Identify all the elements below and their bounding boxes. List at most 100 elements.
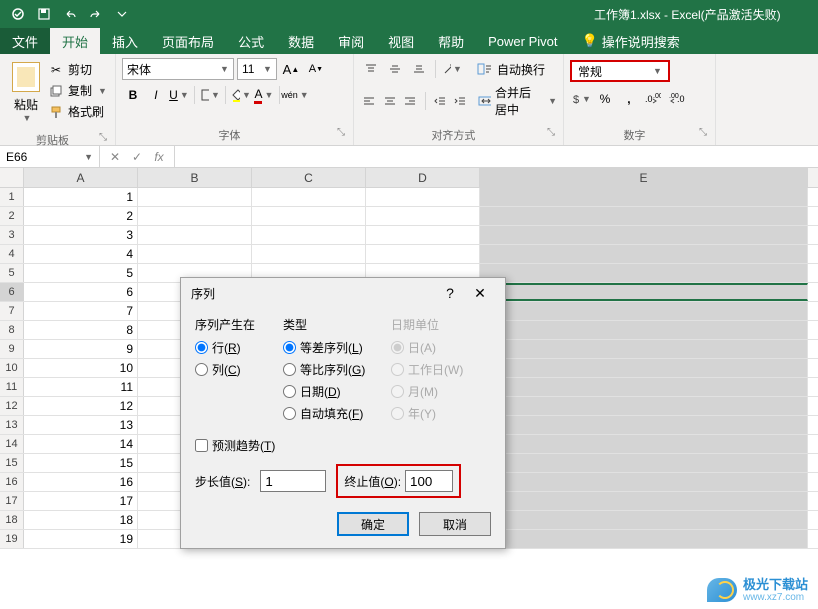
font-name-select[interactable]: 宋体▼ [122,58,234,80]
cell[interactable] [480,302,808,320]
cell[interactable]: 13 [24,416,138,434]
radio-columns[interactable]: 列(C) [195,361,275,378]
number-format-select[interactable]: 常规▼ [570,60,670,82]
increase-font-button[interactable]: A▲ [280,58,302,80]
align-bottom-button[interactable] [408,58,430,80]
row-header[interactable]: 13 [0,416,24,434]
tab-view[interactable]: 视图 [376,28,426,54]
col-header-a[interactable]: A [24,168,138,187]
table-row[interactable]: 11 [0,188,818,207]
cell[interactable] [480,340,808,358]
col-header-c[interactable]: C [252,168,366,187]
save-icon[interactable] [32,3,56,25]
qat-customize-icon[interactable] [110,3,134,25]
dialog-help-button[interactable]: ? [435,285,465,301]
cell[interactable] [252,207,366,225]
cell[interactable] [366,245,480,263]
cell[interactable]: 11 [24,378,138,396]
cell[interactable] [480,207,808,225]
cell[interactable]: 5 [24,264,138,282]
cut-button[interactable]: ✂剪切 [46,60,109,79]
cell[interactable] [480,397,808,415]
cell[interactable]: 7 [24,302,138,320]
row-header[interactable]: 10 [0,359,24,377]
cancel-formula-icon[interactable]: ✕ [104,150,126,164]
cell[interactable]: 15 [24,454,138,472]
paste-button[interactable]: 粘贴 ▼ [6,58,46,130]
row-header[interactable]: 3 [0,226,24,244]
cell[interactable] [480,188,808,206]
cell[interactable]: 17 [24,492,138,510]
accounting-format-button[interactable]: $▼ [570,88,592,110]
undo-icon[interactable] [58,3,82,25]
col-header-d[interactable]: D [366,168,480,187]
dialog-launcher-icon[interactable]: ⤡ [337,127,345,138]
cell[interactable] [252,226,366,244]
radio-rows[interactable]: 行(R) [195,339,275,356]
tell-me[interactable]: 💡操作说明搜索 [570,28,692,54]
cell[interactable]: 9 [24,340,138,358]
row-header[interactable]: 6 [0,283,24,301]
cell[interactable]: 12 [24,397,138,415]
tab-formulas[interactable]: 公式 [226,28,276,54]
cell[interactable]: 6 [24,283,138,301]
cell[interactable]: 19 [24,530,138,548]
dialog-launcher-icon[interactable]: ⤡ [699,127,707,138]
cell[interactable] [480,473,808,491]
italic-button[interactable]: I [145,84,167,106]
row-header[interactable]: 15 [0,454,24,472]
fill-color-button[interactable]: ▼ [230,84,252,106]
format-painter-button[interactable]: 格式刷 [46,102,109,121]
decrease-indent-button[interactable] [430,90,449,112]
decrease-font-button[interactable]: A▼ [305,58,327,80]
tab-review[interactable]: 审阅 [326,28,376,54]
cell[interactable]: 8 [24,321,138,339]
radio-autofill[interactable]: 自动填充(F) [283,405,383,422]
cell[interactable] [480,416,808,434]
copy-button[interactable]: 复制▼ [46,81,109,100]
tab-page-layout[interactable]: 页面布局 [150,28,226,54]
row-header[interactable]: 16 [0,473,24,491]
step-value-input[interactable] [260,470,326,492]
align-center-button[interactable] [380,90,399,112]
cell[interactable] [480,454,808,472]
cell[interactable] [480,492,808,510]
cell[interactable]: 1 [24,188,138,206]
decrease-decimal-button[interactable]: .00.0 [666,88,688,110]
cell[interactable] [480,245,808,263]
font-size-select[interactable]: 11▼ [237,58,277,80]
align-top-button[interactable] [360,58,382,80]
font-color-button[interactable]: A▼ [253,84,275,106]
row-header[interactable]: 2 [0,207,24,225]
cell[interactable]: 14 [24,435,138,453]
cell[interactable] [366,188,480,206]
enter-formula-icon[interactable]: ✓ [126,150,148,164]
cell[interactable] [480,530,808,548]
cell[interactable] [138,188,252,206]
table-row[interactable]: 22 [0,207,818,226]
cell[interactable] [480,226,808,244]
row-header[interactable]: 5 [0,264,24,282]
row-header[interactable]: 11 [0,378,24,396]
tab-help[interactable]: 帮助 [426,28,476,54]
merge-center-button[interactable]: 合并后居中▼ [478,84,557,118]
tab-home[interactable]: 开始 [50,28,100,54]
cell[interactable]: 2 [24,207,138,225]
table-row[interactable]: 33 [0,226,818,245]
align-middle-button[interactable] [384,58,406,80]
row-header[interactable]: 4 [0,245,24,263]
cell[interactable] [480,283,808,301]
cell[interactable]: 4 [24,245,138,263]
row-header[interactable]: 1 [0,188,24,206]
autosave-toggle[interactable] [6,3,30,25]
cell[interactable] [480,321,808,339]
radio-date[interactable]: 日期(D) [283,383,383,400]
cell[interactable]: 3 [24,226,138,244]
ok-button[interactable]: 确定 [337,512,409,536]
cancel-button[interactable]: 取消 [419,512,491,536]
col-header-e[interactable]: E [480,168,808,187]
dialog-launcher-icon[interactable]: ⤡ [547,127,555,138]
underline-button[interactable]: U▼ [168,84,190,106]
cell[interactable] [480,378,808,396]
percent-button[interactable]: % [594,88,616,110]
